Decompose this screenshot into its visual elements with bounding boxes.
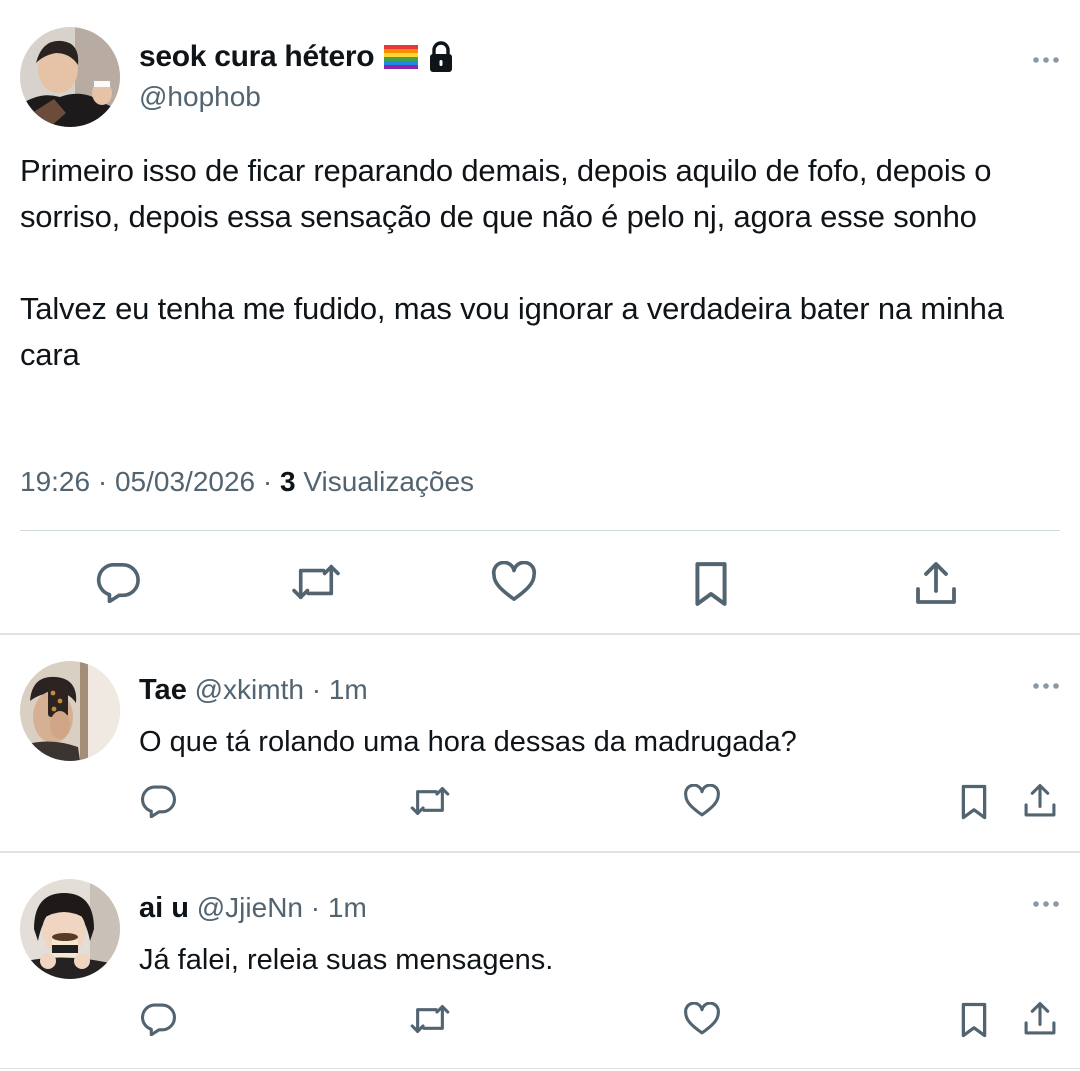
retweet-icon[interactable]: [290, 561, 342, 603]
tweet-time[interactable]: 19:26: [20, 466, 90, 497]
tweet-text: Primeiro isso de ficar reparando demais,…: [20, 153, 1004, 372]
display-name-row[interactable]: seok cura hétero: [139, 40, 454, 74]
divider: [0, 1068, 1080, 1069]
like-icon[interactable]: [683, 784, 721, 818]
views-label: Visualizações: [303, 466, 475, 497]
reply-tweet[interactable]: ai u @JjieNn · 1m Já falei, releia suas …: [0, 852, 1080, 1071]
meta-separator: ·: [310, 892, 321, 923]
share-icon[interactable]: [1023, 1001, 1057, 1037]
reply-display-name[interactable]: Tae: [139, 674, 187, 706]
tweet-meta: 19:26 · 05/03/2026 · 3 Visualizações: [20, 466, 474, 498]
reply-display-name[interactable]: ai u: [139, 892, 189, 924]
share-icon[interactable]: [1023, 783, 1057, 819]
bookmark-icon[interactable]: [957, 784, 991, 820]
handle[interactable]: @hophob: [139, 81, 261, 113]
reply-handle[interactable]: @xkimth: [195, 674, 304, 705]
avatar[interactable]: [20, 27, 120, 127]
tweet-date[interactable]: 05/03/2026: [115, 466, 255, 497]
share-icon[interactable]: [914, 561, 958, 607]
reply-text: O que tá rolando uma hora dessas da madr…: [139, 726, 797, 758]
like-icon[interactable]: [683, 1002, 721, 1036]
more-options-icon[interactable]: [1032, 48, 1060, 72]
reply-time[interactable]: 1m: [329, 674, 368, 705]
reply-icon[interactable]: [140, 784, 178, 818]
views-count: 3: [280, 466, 296, 497]
lock-icon: [428, 41, 454, 73]
divider: [20, 530, 1060, 531]
reply-icon[interactable]: [96, 561, 142, 603]
meta-separator: ·: [311, 674, 322, 705]
more-options-icon[interactable]: [1032, 892, 1060, 916]
reply-text: Já falei, releia suas mensagens.: [139, 944, 554, 976]
display-name[interactable]: seok cura hétero: [139, 40, 375, 74]
rainbow-flag-icon: [384, 45, 419, 69]
reply-header: Tae @xkimth · 1m: [139, 674, 368, 707]
retweet-icon[interactable]: [409, 1002, 451, 1036]
reply-time[interactable]: 1m: [328, 892, 367, 923]
avatar[interactable]: [20, 661, 120, 761]
retweet-icon[interactable]: [409, 784, 451, 818]
more-options-icon[interactable]: [1032, 674, 1060, 698]
like-icon[interactable]: [491, 561, 537, 603]
bookmark-icon[interactable]: [957, 1002, 991, 1038]
reply-header: ai u @JjieNn · 1m: [139, 892, 367, 925]
avatar[interactable]: [20, 879, 120, 979]
reply-tweet[interactable]: Tae @xkimth · 1m O que tá rolando uma ho…: [0, 634, 1080, 852]
reply-handle[interactable]: @JjieNn: [197, 892, 303, 923]
bookmark-icon[interactable]: [690, 561, 732, 607]
main-tweet: seok cura hétero @hophob Primeiro isso d…: [0, 0, 1080, 634]
meta-separator: ·: [262, 466, 273, 497]
meta-separator: ·: [97, 466, 108, 497]
reply-icon[interactable]: [140, 1002, 178, 1036]
